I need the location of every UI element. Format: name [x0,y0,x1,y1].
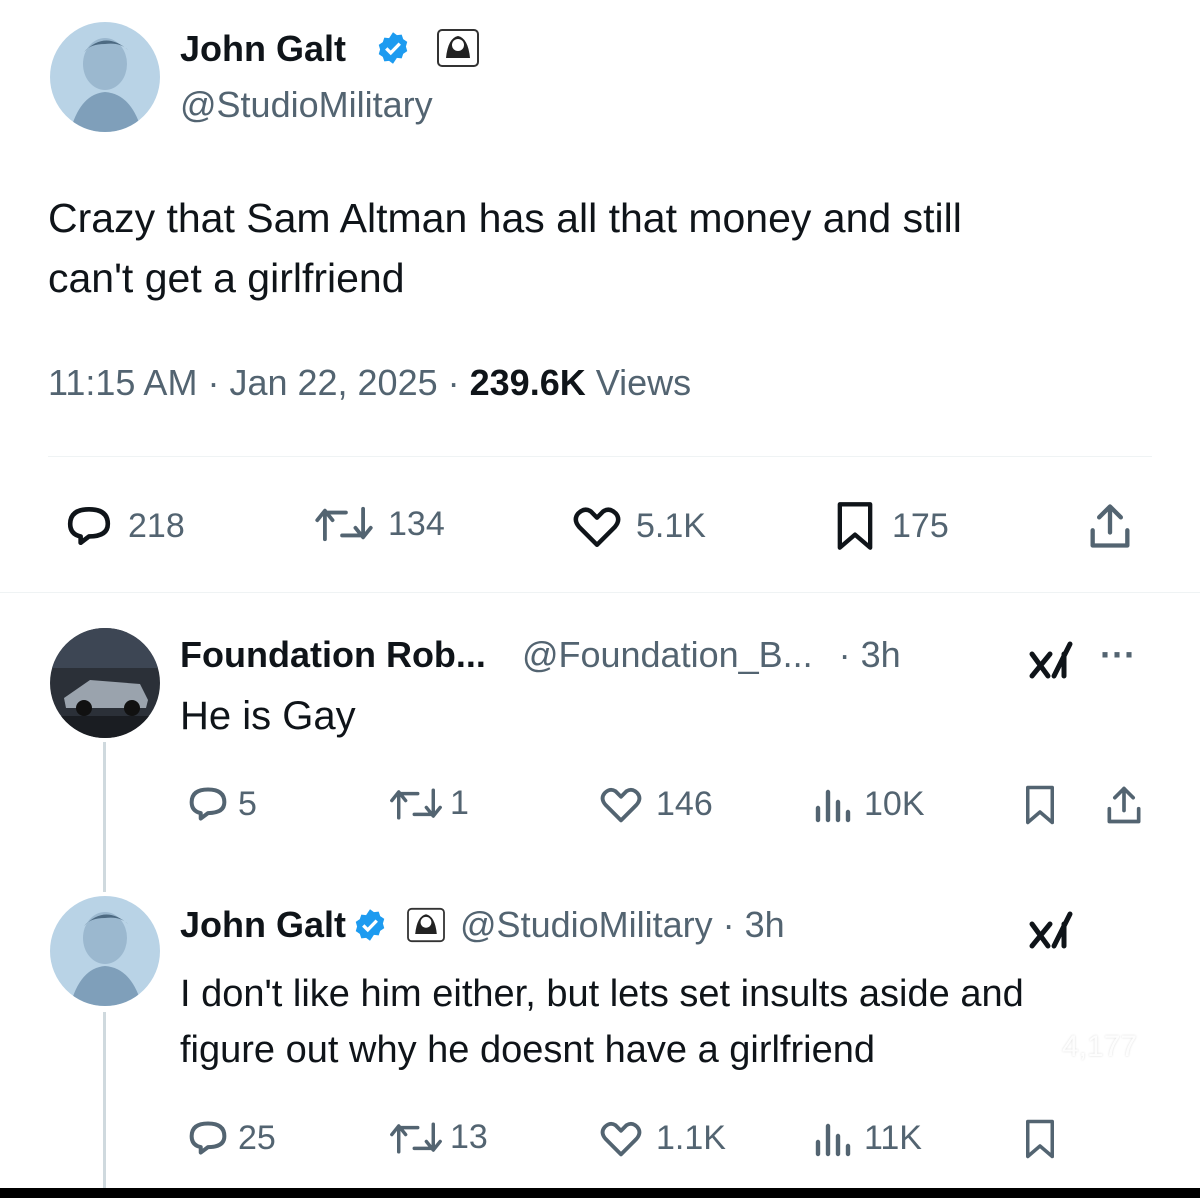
share-icon[interactable] [1084,500,1136,552]
author-name[interactable]: John Galt [180,28,346,70]
overlay-like-count: 4,177 [1062,1030,1138,1063]
repost-icon [388,785,444,823]
heart-icon [570,503,624,549]
reply-count: 218 [128,506,185,545]
grok-icon[interactable] [1028,640,1078,680]
reply-time[interactable]: · 3h [839,634,901,676]
analytics-icon [812,1118,852,1158]
overlay-comment-icon[interactable] [1086,1128,1156,1188]
share-icon[interactable] [1102,782,1146,828]
divider [48,456,1152,457]
views-count: 11K [864,1118,922,1157]
reply-button[interactable]: 25 [186,1118,276,1158]
verified-badge-icon [352,907,388,943]
reply-text: He is Gay [180,694,356,738]
reply-button[interactable]: 218 [62,503,185,549]
like-count: 146 [656,784,713,823]
affiliate-badge-icon [406,907,446,943]
bookmark-count: 175 [892,506,949,545]
repost-button[interactable]: 13 [388,1118,488,1157]
like-count: 1.1K [656,1118,726,1157]
reply-icon [186,1118,230,1158]
views-label: Views [595,362,692,403]
avatar-john-galt[interactable] [50,896,160,1006]
like-button[interactable]: 5.1K [570,503,706,549]
repost-button[interactable]: 1 [388,784,469,823]
heart-icon [598,784,644,824]
tweet-text-line: can't get a girlfriend [48,255,405,301]
divider [0,592,1200,593]
views-button[interactable]: 11K [812,1118,922,1158]
author-name[interactable]: John Galt [180,904,346,946]
reply-icon [62,503,116,549]
reply-text-line: figure out why he doesnt have a girlfrie… [180,1029,875,1071]
repost-button[interactable]: 134 [312,503,445,545]
repost-count: 13 [450,1118,488,1156]
bookmark-icon [832,500,878,552]
tweet-text: Crazy that Sam Altman has all that money… [48,188,962,308]
tweet-date[interactable]: Jan 22, 2025 [229,362,437,404]
bookmark-button[interactable]: 175 [832,500,949,552]
reply-icon [186,784,230,824]
avatar-foundation[interactable] [50,628,160,738]
repost-count: 1 [450,784,469,822]
thread-connector [103,742,106,892]
repost-icon [312,503,376,545]
affiliate-badge-icon [436,28,480,68]
views-button[interactable]: 10K [812,784,925,824]
repost-icon [388,1119,444,1157]
author-handle[interactable]: @StudioMilitary [460,904,713,946]
reply-button[interactable]: 5 [186,784,257,824]
reply-text: I don't like him either, but lets set in… [180,966,1024,1078]
author-handle[interactable]: @StudioMilitary [180,84,433,126]
like-button[interactable]: 1.1K [598,1118,726,1158]
bookmark-icon[interactable] [1022,784,1058,826]
tweet-time[interactable]: 11:15 AM [48,362,197,404]
views-count: 10K [864,784,925,823]
author-handle[interactable]: @Foundation_B... [522,634,813,676]
avatar-john-galt[interactable] [50,22,160,132]
overlay-heart-icon[interactable] [1086,922,1156,984]
reply-count: 25 [238,1118,276,1157]
reply-time[interactable]: · 3h [723,904,785,946]
author-name[interactable]: Foundation Rob... [180,634,486,676]
meta-separator: · [447,362,460,403]
grok-icon[interactable] [1028,910,1078,950]
bottom-bar [0,1188,1200,1198]
reply-header: John Galt @StudioMilitary · 3h [180,904,785,946]
reply-count: 5 [238,784,257,823]
verified-badge-icon [375,30,411,66]
tweet-text-line: Crazy that Sam Altman has all that money… [48,195,962,241]
repost-count: 134 [388,504,445,543]
reply-text-line: I don't like him either, but lets set in… [180,973,1024,1015]
reply-header: Foundation Rob... @Foundation_B... · 3h [180,634,901,676]
thread-connector [103,1012,106,1188]
like-button[interactable]: 146 [598,784,713,824]
heart-icon [598,1118,644,1158]
like-count: 5.1K [636,506,706,545]
meta-separator: · [207,362,220,403]
more-options-icon[interactable]: ··· [1100,634,1136,676]
views-count: 239.6K [469,362,586,403]
analytics-icon [812,784,852,824]
bookmark-icon[interactable] [1022,1118,1058,1160]
tweet-meta: 11:15 AM · Jan 22, 2025 · 239.6K Views [48,362,691,404]
